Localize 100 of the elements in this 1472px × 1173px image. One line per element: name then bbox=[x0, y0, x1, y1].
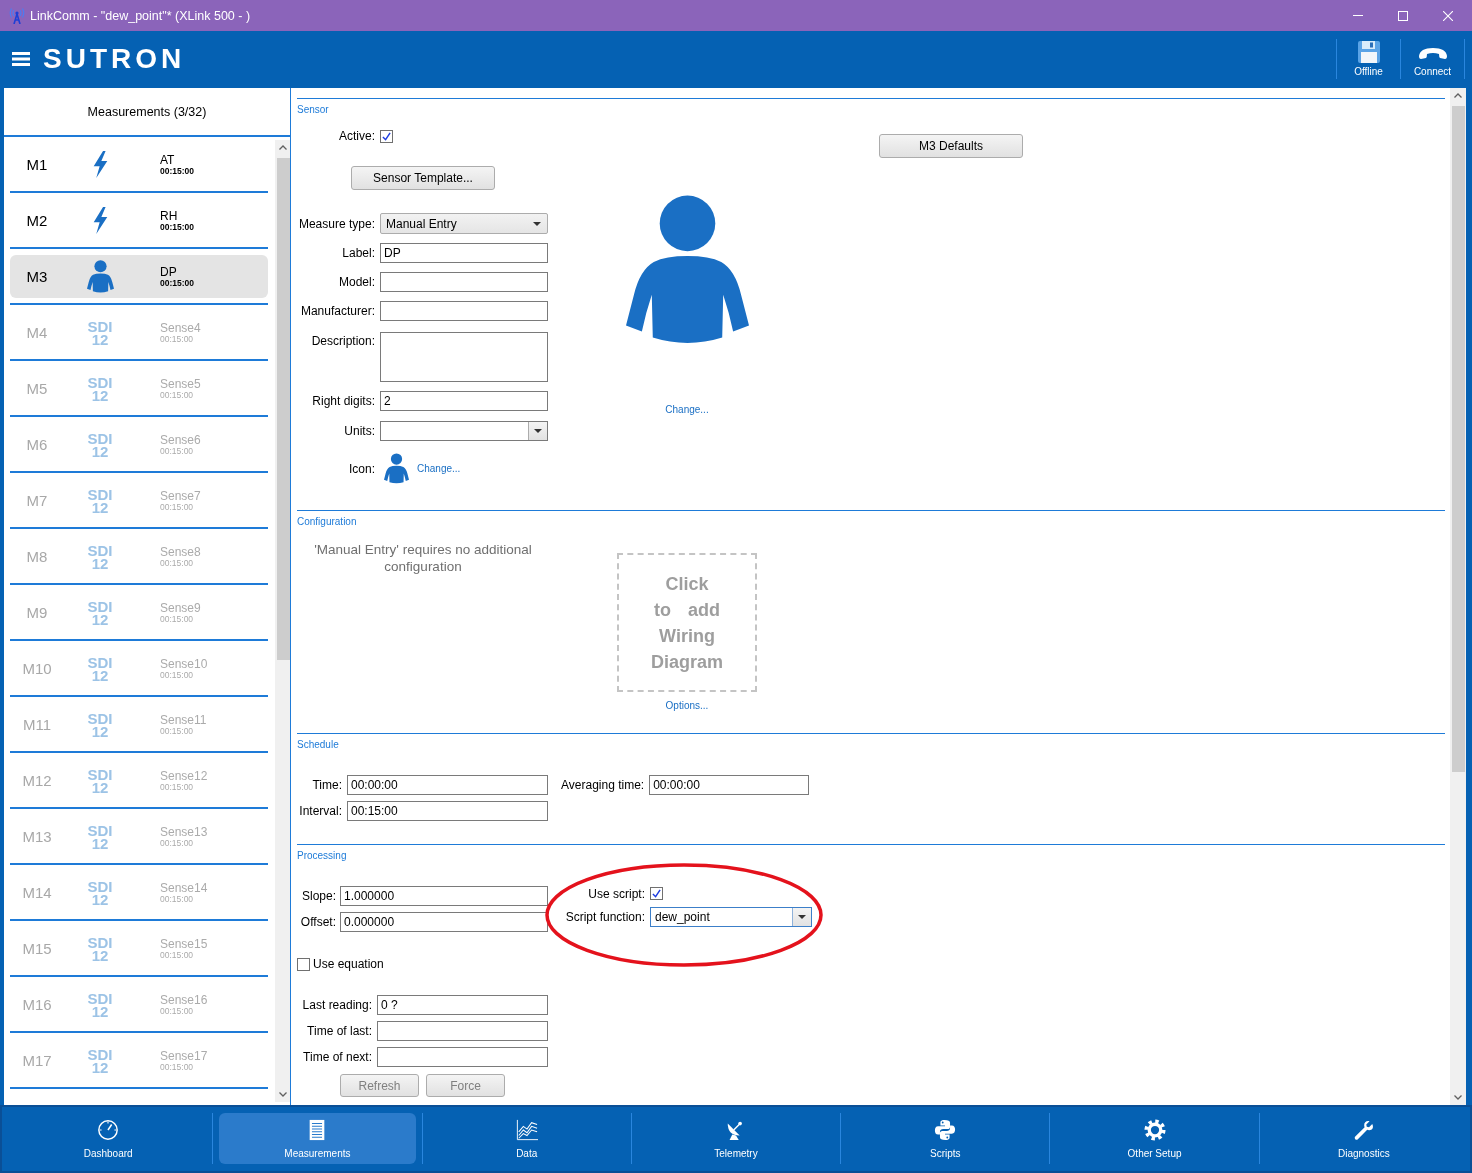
scroll-down-icon[interactable] bbox=[279, 1092, 287, 1097]
nav-tab[interactable]: Data bbox=[428, 1113, 625, 1164]
checkmark-icon bbox=[382, 131, 391, 141]
measurement-item[interactable]: M2 RH 00:15:00 bbox=[10, 199, 268, 242]
measurement-interval: 00:15:00 bbox=[160, 1061, 195, 1072]
text-field[interactable] bbox=[380, 301, 548, 321]
combo-box[interactable]: dew_point bbox=[650, 907, 812, 927]
measurement-id: M1 bbox=[25, 156, 49, 173]
measurement-interval: 00:15:00 bbox=[160, 333, 195, 344]
measurement-id: M16 bbox=[21, 996, 53, 1013]
measurement-id: M17 bbox=[21, 1052, 53, 1069]
combo-box[interactable] bbox=[380, 421, 548, 441]
scroll-down-icon[interactable] bbox=[1454, 1095, 1462, 1100]
caret-icon bbox=[534, 429, 542, 433]
measurement-id: M10 bbox=[21, 660, 53, 677]
measurement-name: Sense10 bbox=[160, 657, 208, 670]
antenna-icon bbox=[9, 7, 25, 24]
measurement-name: Sense13 bbox=[160, 825, 208, 838]
text-field[interactable] bbox=[377, 1047, 548, 1067]
measurement-id: M12 bbox=[21, 772, 53, 789]
measurement-interval: 00:15:00 bbox=[160, 781, 195, 792]
text-area[interactable] bbox=[380, 332, 548, 382]
nav-tab[interactable]: Dashboard bbox=[10, 1113, 207, 1164]
measurement-name: Sense9 bbox=[160, 601, 201, 614]
text-field[interactable]: DP bbox=[380, 243, 548, 263]
sdi-12-logo: SDI 12 bbox=[86, 543, 114, 570]
section-heading: Configuration bbox=[297, 516, 357, 527]
measurement-id: M4 bbox=[25, 324, 49, 341]
checkmark-icon bbox=[652, 889, 661, 898]
sensor-template-button[interactable]: Sensor Template... bbox=[351, 166, 495, 190]
lightning-bolt-icon bbox=[91, 205, 109, 236]
measurement-id: M2 bbox=[25, 212, 49, 229]
scrollbar-thumb[interactable] bbox=[1451, 106, 1465, 772]
measurement-interval: 00:15:00 bbox=[160, 949, 195, 960]
measurement-interval: 00:15:00 bbox=[160, 501, 195, 512]
checkbox[interactable] bbox=[380, 129, 393, 143]
change-link[interactable]: Change... bbox=[417, 463, 461, 474]
menu-icon[interactable] bbox=[12, 52, 30, 66]
nav-tab[interactable]: Measurements bbox=[219, 1113, 416, 1164]
measurement-item[interactable]: M3 DP 00:15:00 bbox=[10, 255, 268, 298]
person-icon bbox=[384, 453, 409, 484]
sdi-12-logo: SDI 12 bbox=[86, 375, 114, 402]
measurement-interval: 00:15:00 bbox=[160, 613, 195, 624]
field-label: Active: bbox=[338, 129, 375, 143]
text-field[interactable]: 00:00:00 bbox=[347, 775, 548, 795]
gear-icon bbox=[1143, 1118, 1166, 1141]
text-field[interactable]: 2 bbox=[380, 391, 548, 411]
field-label: Description: bbox=[310, 333, 375, 348]
measurement-name: Sense8 bbox=[160, 545, 201, 558]
field-label: Label: bbox=[341, 246, 375, 260]
nav-tab[interactable]: Scripts bbox=[847, 1113, 1044, 1164]
measurement-item[interactable]: M1 AT 00:15:00 bbox=[10, 143, 268, 186]
gauge-icon bbox=[97, 1118, 120, 1141]
nav-tab[interactable]: Diagnostics bbox=[1265, 1113, 1462, 1164]
field-label: Icon: bbox=[348, 461, 375, 476]
sdi-12-logo: SDI 12 bbox=[86, 711, 114, 738]
scrollbar[interactable] bbox=[1450, 88, 1466, 1105]
scroll-up-icon[interactable] bbox=[279, 145, 287, 150]
minimize-icon bbox=[1352, 15, 1363, 16]
measurement-name: Sense14 bbox=[160, 881, 208, 894]
sdi-12-logo: SDI 12 bbox=[86, 823, 114, 850]
scroll-up-icon[interactable] bbox=[1454, 93, 1462, 98]
text-field[interactable] bbox=[377, 1021, 548, 1041]
text-field[interactable]: 0 ? bbox=[377, 995, 548, 1015]
field-label: Units: bbox=[343, 424, 375, 438]
text-field[interactable]: 00:15:00 bbox=[347, 801, 548, 821]
text-field[interactable] bbox=[380, 272, 548, 292]
field-label: Right digits: bbox=[311, 394, 375, 408]
caret-icon bbox=[533, 221, 541, 226]
field-label: Measure type: bbox=[297, 216, 375, 231]
text-field[interactable]: 00:00:00 bbox=[649, 775, 810, 795]
checkbox[interactable] bbox=[297, 957, 310, 971]
options-link[interactable]: Options... bbox=[665, 700, 709, 711]
wrench-icon bbox=[1352, 1118, 1375, 1141]
toolbar-button[interactable]: Offline bbox=[1337, 34, 1400, 84]
caret-icon bbox=[798, 915, 806, 919]
measurement-interval: 00:15:00 bbox=[160, 389, 195, 400]
scrollbar[interactable] bbox=[275, 140, 290, 1102]
sdi-12-logo: SDI 12 bbox=[86, 655, 114, 682]
defaults-button[interactable]: M3 Defaults bbox=[879, 134, 1023, 158]
change-link[interactable]: Change... bbox=[665, 404, 709, 415]
text-field[interactable]: 1.000000 bbox=[340, 886, 548, 906]
measurement-interval: 00:15:00 bbox=[160, 557, 195, 568]
nav-tab[interactable]: Other Setup bbox=[1056, 1113, 1253, 1164]
checkbox[interactable] bbox=[650, 887, 663, 900]
text-field[interactable]: 0.000000 bbox=[340, 912, 548, 932]
field-label: Script function: bbox=[564, 910, 645, 924]
scrollbar-thumb[interactable] bbox=[276, 158, 290, 660]
field-label: Averaging time: bbox=[561, 778, 645, 792]
measurement-interval: 00:15:00 bbox=[160, 277, 195, 288]
toolbar-button[interactable]: Connect bbox=[1401, 34, 1464, 84]
dropdown[interactable]: Manual Entry bbox=[380, 213, 548, 234]
sidebar-title: Measurements (3/32) bbox=[87, 104, 207, 119]
sdi-12-logo: SDI 12 bbox=[86, 1047, 114, 1074]
nav-tab[interactable]: Telemetry bbox=[637, 1113, 835, 1164]
measurement-name: Sense17 bbox=[160, 1049, 208, 1062]
maximize-icon bbox=[1397, 10, 1408, 21]
measurement-id: M7 bbox=[25, 492, 49, 509]
field-label: Use script: bbox=[587, 886, 645, 901]
measurement-name: AT bbox=[160, 153, 176, 166]
